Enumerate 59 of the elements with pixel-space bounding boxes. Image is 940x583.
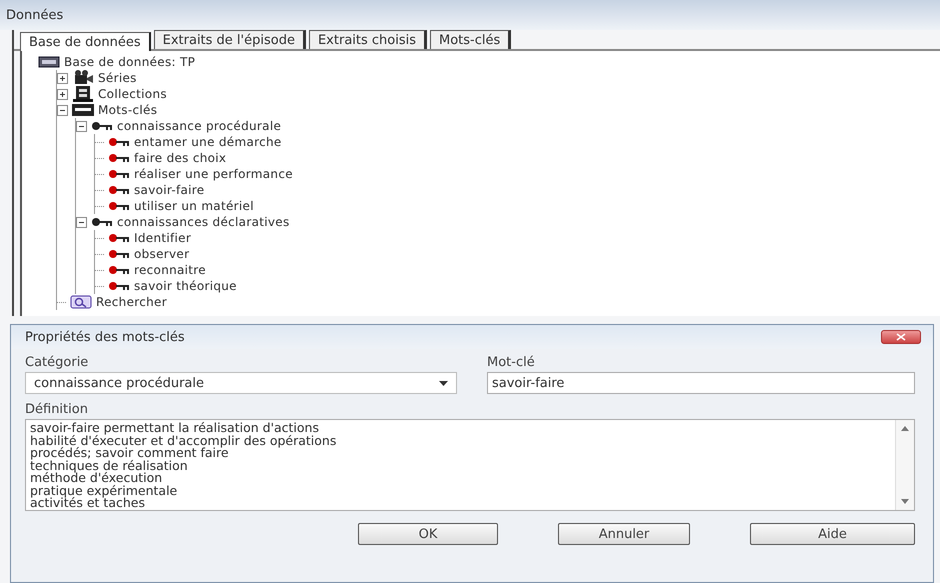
- tree-item[interactable]: connaissance procédurale: [117, 119, 282, 133]
- close-button[interactable]: [881, 330, 921, 344]
- tree-item[interactable]: Séries: [98, 71, 137, 85]
- key-icon: [91, 121, 113, 131]
- tree-item[interactable]: savoir théorique: [134, 279, 237, 293]
- window-title: Données: [6, 8, 64, 22]
- tab[interactable]: Extraits choisis: [308, 30, 428, 49]
- tab[interactable]: Extraits de l'épisode: [154, 30, 306, 49]
- tree-item[interactable]: observer: [134, 247, 190, 261]
- tree-item[interactable]: entamer une démarche: [134, 135, 282, 149]
- projector-icon: [72, 70, 94, 86]
- expand-toggle[interactable]: [57, 72, 68, 84]
- scrollbar[interactable]: [895, 420, 914, 510]
- field-label: Définition: [25, 402, 89, 417]
- tree-item[interactable]: savoir-faire: [134, 183, 204, 197]
- key-icon: [108, 153, 130, 163]
- keyword-field[interactable]: savoir-faire: [487, 372, 915, 394]
- key-icon: [108, 169, 130, 179]
- database-icon: [38, 56, 60, 68]
- close-icon: [896, 333, 906, 341]
- tab[interactable]: Base de données: [20, 32, 151, 51]
- dialog-button[interactable]: Aide: [750, 523, 915, 545]
- key-icon: [108, 265, 130, 275]
- collapse-toggle[interactable]: [57, 104, 68, 116]
- dialog-button[interactable]: OK: [358, 523, 498, 545]
- field-label: Catégorie: [25, 355, 90, 370]
- scroll-up-icon[interactable]: [901, 426, 909, 431]
- tree-item[interactable]: connaissances déclaratives: [117, 215, 290, 229]
- key-icon: [108, 281, 130, 291]
- tree-item[interactable]: Rechercher: [96, 295, 167, 309]
- tab[interactable]: Mots-clés: [430, 30, 512, 49]
- key-icon: [108, 233, 130, 243]
- field-label: Mot-clé: [487, 355, 536, 370]
- tree-item[interactable]: faire des choix: [134, 151, 226, 165]
- key-icon: [108, 137, 130, 147]
- tree-item[interactable]: Identifier: [134, 231, 192, 245]
- keys-icon: [72, 104, 94, 116]
- tree-item[interactable]: Base de données: TP: [64, 55, 196, 69]
- tree-item[interactable]: utiliser un matériel: [134, 199, 254, 213]
- key-icon: [108, 185, 130, 195]
- collapse-toggle[interactable]: [76, 216, 87, 228]
- expand-toggle[interactable]: [57, 88, 68, 100]
- tree-item[interactable]: Collections: [98, 87, 167, 101]
- definition-field[interactable]: [25, 419, 915, 511]
- tree-item[interactable]: reconnaitre: [134, 263, 206, 277]
- key-icon: [108, 201, 130, 211]
- key-icon: [91, 217, 113, 227]
- dialog-button[interactable]: Annuler: [558, 523, 690, 545]
- cabinet-icon: [72, 86, 94, 102]
- category-dropdown[interactable]: connaissance procédurale: [25, 372, 457, 394]
- search-icon: [70, 295, 92, 309]
- dropdown-arrow-icon: [439, 380, 448, 386]
- scroll-down-icon[interactable]: [901, 499, 909, 504]
- tree-item[interactable]: réaliser une performance: [134, 167, 293, 181]
- definition-text: savoir-faire permettant la réalisation d'actions habilité d'éxecuter et d'accomplir des opérations procédés; savoir comment faire techniques de réalisation méthode d'éxecution pratique expérimentale activités et taches: [29, 420, 338, 510]
- tree-item[interactable]: Mots-clés: [98, 103, 158, 117]
- key-icon: [108, 249, 130, 259]
- collapse-toggle[interactable]: [76, 120, 87, 132]
- dialog-title: Propriétés des mots-clés: [25, 330, 185, 344]
